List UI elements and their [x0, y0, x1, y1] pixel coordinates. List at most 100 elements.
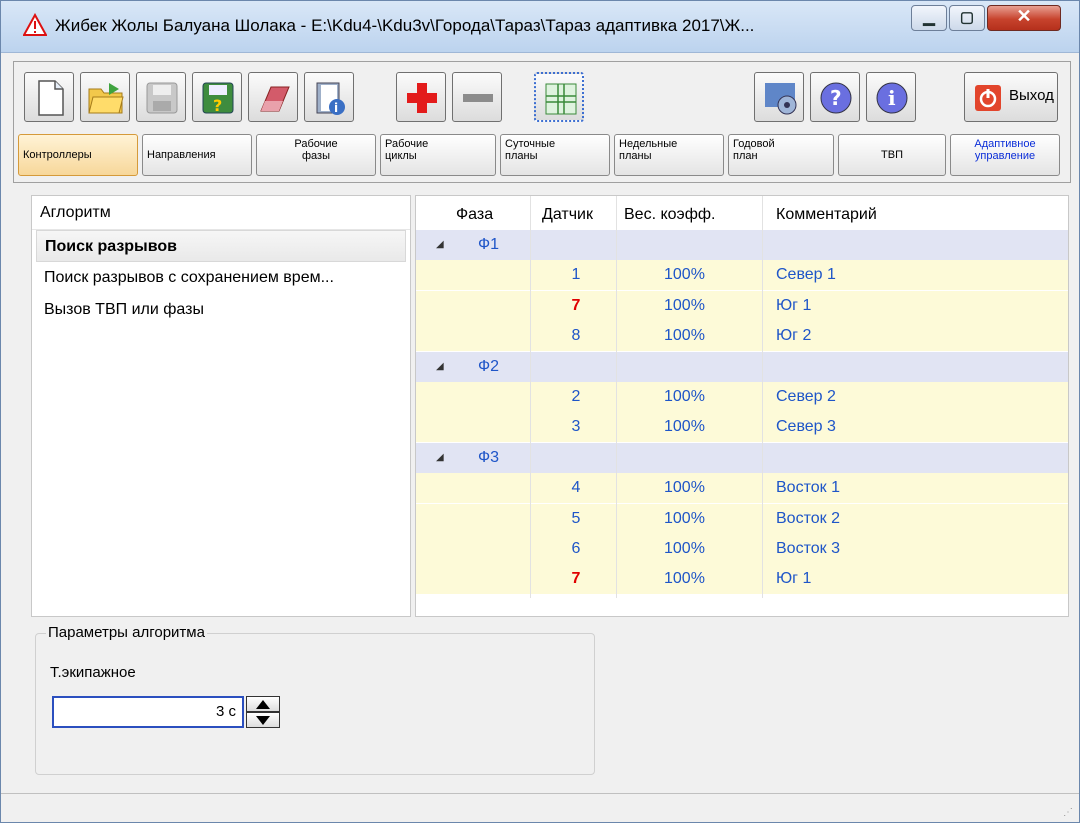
save-as-icon: ?	[202, 82, 234, 115]
comment-cell: Север 1	[776, 266, 836, 284]
tab-work-cycles[interactable]: Рабочие циклы	[380, 134, 496, 176]
collapse-triangle-icon[interactable]: ◢	[436, 443, 444, 473]
tab-controllers[interactable]: Контроллеры	[18, 134, 138, 176]
sensor-cell: 2	[571, 388, 581, 405]
col-header-phase[interactable]: Фаза	[456, 200, 493, 230]
tab-yearly-plan[interactable]: Годовой план	[728, 134, 834, 176]
tab-directions[interactable]: Направления	[142, 134, 252, 176]
book-info-button[interactable]: i	[304, 72, 354, 122]
remove-button[interactable]	[452, 72, 502, 122]
save-as-button[interactable]: ?	[192, 72, 242, 122]
minimize-icon: ▁	[923, 9, 935, 26]
diagram-button[interactable]	[534, 72, 584, 122]
table-row[interactable]: 2 100% Север 2	[416, 382, 1068, 412]
collapse-triangle-icon[interactable]: ◢	[436, 230, 444, 260]
tab-weekly-plans[interactable]: Недельные планы	[614, 134, 724, 176]
weight-cell: 100%	[664, 540, 705, 557]
phase-group-row[interactable]: ◢ Ф2	[416, 351, 1068, 382]
spin-down-button[interactable]	[246, 712, 280, 728]
algorithm-list-header: Аглоритм	[32, 196, 410, 230]
maximize-button[interactable]: ▢	[949, 5, 985, 31]
toolbar: ? i ? i Выход Контроллеры Направления Ра…	[13, 61, 1071, 183]
tab-label-line2: планы	[619, 150, 652, 162]
tab-label-line1: Суточные	[505, 138, 556, 150]
table-row[interactable]: 7 100% Юг 1	[416, 564, 1068, 595]
grid-header-row: Фаза Датчик Вес. коэфф. Комментарий	[416, 200, 1068, 230]
title-bar: Жибек Жолы Балуана Шолака - E:\Kdu4-\Kdu…	[1, 1, 1079, 53]
tab-label-line1: Недельные	[619, 138, 678, 150]
table-row[interactable]: 1 100% Север 1	[416, 260, 1068, 291]
comment-cell: Север 3	[776, 418, 836, 436]
arrow-up-icon	[256, 700, 270, 709]
list-item-call-tvp-or-phase[interactable]: Вызов ТВП или фазы	[32, 294, 410, 326]
comment-cell: Север 2	[776, 388, 836, 405]
plus-icon	[407, 83, 437, 113]
eraser-button[interactable]	[248, 72, 298, 122]
gear-icon	[765, 83, 797, 115]
collapse-triangle-icon[interactable]: ◢	[436, 352, 444, 382]
minimize-button[interactable]: ▁	[911, 5, 947, 31]
table-row[interactable]: 3 100% Север 3	[416, 412, 1068, 443]
tab-label: ТВП	[881, 149, 903, 161]
tab-label-line1: Адаптивное	[974, 138, 1036, 150]
weight-cell: 100%	[664, 509, 705, 527]
table-row[interactable]: 4 100% Восток 1	[416, 473, 1068, 504]
help-button[interactable]: ?	[810, 72, 860, 122]
eraser-icon	[260, 86, 290, 112]
comment-cell: Восток 3	[776, 540, 840, 557]
params-title: Параметры алгоритма	[46, 624, 207, 641]
table-row[interactable]: 8 100% Юг 2	[416, 321, 1068, 352]
maximize-icon: ▢	[959, 9, 975, 26]
algorithm-params-group: Параметры алгоритма Т.экипажное 3 с	[35, 624, 595, 775]
exit-label: Выход	[1009, 87, 1054, 104]
power-icon	[975, 85, 1001, 111]
new-file-icon	[38, 80, 64, 116]
tab-work-phases[interactable]: Рабочие фазы	[256, 134, 376, 176]
tab-label-line2: план	[733, 150, 758, 162]
sensor-cell: 6	[571, 540, 581, 557]
phase-group-row[interactable]: ◢ Ф1	[416, 230, 1068, 260]
weight-cell: 100%	[664, 418, 705, 436]
tab-adaptive-control[interactable]: Адаптивное управление	[950, 134, 1060, 176]
list-item-gap-search[interactable]: Поиск разрывов	[36, 230, 406, 262]
arrow-down-icon	[256, 716, 270, 725]
sensor-cell: 1	[571, 266, 581, 284]
minus-icon	[463, 94, 493, 102]
phase-cell: Ф1	[478, 236, 500, 253]
sensor-cell: 7	[571, 296, 581, 314]
list-item-gap-search-keep-time[interactable]: Поиск разрывов с сохранением врем...	[32, 262, 410, 294]
col-header-sensor[interactable]: Датчик	[542, 200, 593, 230]
new-file-button[interactable]	[24, 72, 74, 122]
tab-daily-plans[interactable]: Суточные планы	[500, 134, 610, 176]
col-header-comment[interactable]: Комментарий	[776, 200, 877, 230]
tab-tvp[interactable]: ТВП	[838, 134, 946, 176]
table-row[interactable]: 5 100% Восток 2	[416, 503, 1068, 534]
settings-button[interactable]	[754, 72, 804, 122]
tab-label-line1: Рабочие	[294, 138, 338, 150]
open-folder-button[interactable]	[80, 72, 130, 122]
question-icon: ?	[820, 82, 852, 114]
save-button[interactable]	[136, 72, 186, 122]
resize-grip-icon[interactable]: ⋰	[1063, 807, 1073, 818]
add-button[interactable]	[396, 72, 446, 122]
book-info-icon: i	[316, 82, 345, 115]
tab-label: Направления	[147, 149, 216, 161]
info-button[interactable]: i	[866, 72, 916, 122]
tab-label: Контроллеры	[23, 149, 92, 161]
close-button[interactable]: ✕	[987, 5, 1061, 31]
spin-up-button[interactable]	[246, 696, 280, 712]
column-divider	[616, 196, 617, 598]
col-header-weight[interactable]: Вес. коэфф.	[624, 200, 715, 230]
tab-label-line2: планы	[505, 150, 538, 162]
comment-cell: Юг 2	[776, 327, 812, 345]
crew-time-spinner[interactable]	[246, 696, 280, 728]
weight-cell: 100%	[664, 570, 705, 588]
crew-time-input[interactable]: 3 с	[52, 696, 244, 728]
phase-cell: Ф2	[478, 357, 500, 375]
table-row[interactable]: 6 100% Восток 3	[416, 534, 1068, 564]
comment-cell: Восток 2	[776, 509, 840, 527]
table-row[interactable]: 7 100% Юг 1	[416, 290, 1068, 321]
svg-text:?: ?	[830, 86, 842, 110]
phase-group-row[interactable]: ◢ Ф3	[416, 442, 1068, 473]
exit-button[interactable]: Выход	[964, 72, 1058, 122]
